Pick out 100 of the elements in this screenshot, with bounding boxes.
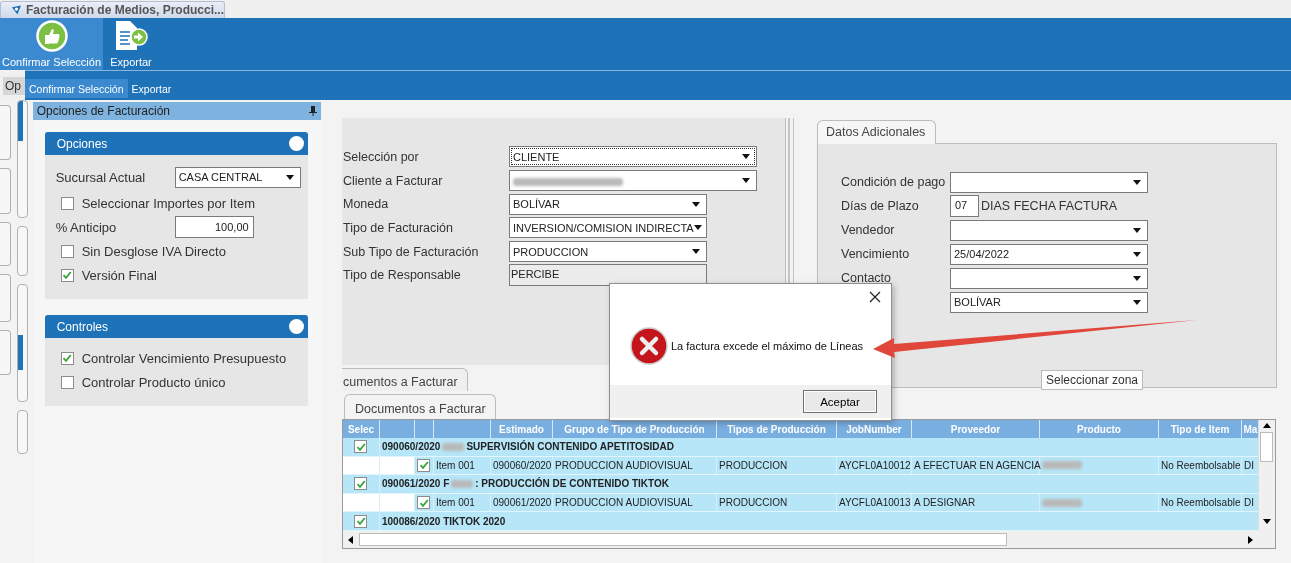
side-tab[interactable]	[0, 222, 11, 266]
checkbox[interactable]	[417, 496, 431, 510]
redacted-text	[1042, 461, 1082, 470]
toolbar-button[interactable]: Confirmar Selección	[0, 18, 103, 70]
dialog-message: La factura excede el máximo de Líneas	[671, 339, 863, 352]
checkbox[interactable]	[354, 440, 368, 454]
tab[interactable]: Datos Adicionales	[817, 120, 937, 144]
read-only-field: PERCIBE	[509, 264, 707, 287]
thumbs-up-icon	[35, 20, 68, 52]
dropdown[interactable]: CLIENTE	[509, 146, 757, 168]
dropdown[interactable]: PRODUCCION	[509, 241, 707, 263]
caret-icon	[1133, 275, 1141, 281]
table-cell: 090060/2020	[491, 456, 553, 475]
caret-icon	[1133, 179, 1141, 185]
group-header[interactable]: Controles	[44, 315, 308, 338]
checkbox[interactable]	[60, 268, 74, 282]
checkbox-label[interactable]: Seleccionar Importes por Item	[81, 195, 256, 211]
checkbox[interactable]	[354, 477, 368, 491]
side-tab[interactable]	[0, 274, 11, 322]
tab[interactable]: Documentos a Facturar	[344, 394, 496, 419]
document-tab[interactable]: Facturación de Medios, Producci...	[0, 1, 225, 18]
field-label: Contacto	[841, 271, 892, 285]
field-label: Condición de pago	[841, 175, 947, 189]
field-label: Vencimiento	[841, 247, 911, 261]
field-label: Días de Plazo	[841, 199, 920, 213]
side-tab[interactable]	[0, 330, 11, 375]
caret-icon	[285, 174, 294, 180]
field-label: Selección por	[343, 149, 420, 164]
checkbox-label[interactable]: Versión Final	[81, 267, 157, 283]
toolbar-button[interactable]: Exportar	[127, 79, 176, 98]
table-cell: 090061/2020	[491, 493, 553, 512]
group-header[interactable]: Opciones	[44, 132, 308, 155]
redacted-text	[1042, 498, 1082, 507]
field-note: DIAS FECHA FACTURA	[981, 199, 1118, 213]
error-icon	[630, 326, 668, 365]
checkbox-label[interactable]: Controlar Producto único	[81, 374, 226, 390]
group-title: Opciones	[56, 136, 108, 151]
panel-title: Opciones de Facturación	[36, 104, 171, 118]
table-cell: Item 001	[434, 456, 491, 475]
group-title: Controles	[56, 319, 108, 334]
dropdown[interactable]	[509, 170, 757, 192]
toolbar-button[interactable]: Confirmar Selección	[25, 79, 128, 98]
checkbox[interactable]	[60, 244, 74, 258]
table-cell: PRODUCCION	[717, 493, 837, 512]
horizontal-scrollbar[interactable]	[343, 531, 1259, 548]
field-label: Moneda	[343, 197, 390, 212]
panel-tab[interactable]: Op	[3, 77, 25, 95]
field-label: Sucursal Actual	[55, 169, 147, 185]
dropdown[interactable]	[950, 171, 1148, 193]
input-field[interactable]: 07	[950, 195, 979, 217]
field-label: Sub Tipo de Facturación	[343, 244, 480, 259]
checkbox[interactable]	[60, 375, 74, 389]
caret-icon	[742, 178, 750, 184]
side-tab[interactable]	[17, 100, 28, 218]
table-cell: A DESIGNAR	[912, 493, 1040, 512]
table-cell: A EFECTUAR EN AGENCIA	[912, 456, 1040, 475]
table-cell: AYCFL0A10013	[837, 493, 912, 512]
collapse-icon[interactable]	[289, 136, 304, 151]
field-label: Tipo de Responsable	[343, 268, 462, 283]
side-tab[interactable]	[0, 105, 11, 160]
input-field[interactable]: 100,00	[174, 216, 254, 238]
table-cell: PRODUCCION AUDIOVISUAL	[553, 493, 717, 512]
caret-icon	[692, 249, 700, 255]
caret-icon	[1133, 251, 1141, 257]
dropdown[interactable]: 25/04/2022	[950, 243, 1148, 265]
table-cell: Item 001	[434, 493, 491, 512]
table-cell: No Reembolsable	[1159, 456, 1242, 475]
field-label: % Anticipo	[55, 219, 118, 235]
app-logo-icon	[11, 4, 22, 16]
checkbox[interactable]	[60, 196, 74, 210]
field-label: Vendedor	[841, 223, 896, 237]
pin-icon[interactable]	[309, 106, 317, 116]
caret-icon	[1133, 299, 1141, 305]
checkbox[interactable]	[60, 351, 74, 365]
close-icon[interactable]	[869, 291, 881, 303]
checkbox-label[interactable]: Sin Desglose IVA Directo	[81, 243, 226, 259]
dropdown[interactable]: INVERSION/COMISION INDIRECTA	[509, 217, 707, 239]
side-tab[interactable]	[17, 410, 28, 454]
side-tab[interactable]	[17, 226, 28, 276]
field-label: Tipo de Facturación	[343, 220, 454, 235]
side-tab[interactable]	[17, 284, 28, 402]
toolbar-button[interactable]: Exportar	[105, 18, 157, 70]
collapse-icon[interactable]	[289, 319, 304, 334]
select-zone-button[interactable]: Seleccionar zona	[1041, 370, 1144, 390]
caret-icon	[692, 201, 700, 207]
side-tab[interactable]	[0, 168, 11, 214]
caret-icon	[742, 154, 750, 160]
tab[interactable]: cumentos a Facturar	[342, 368, 468, 391]
checkbox[interactable]	[417, 458, 431, 472]
dropdown[interactable]	[950, 267, 1148, 289]
dropdown[interactable]: BOLÍVAR	[950, 291, 1148, 313]
table-cell: No Reembolsable	[1159, 493, 1242, 512]
dropdown[interactable]	[950, 219, 1148, 241]
checkbox[interactable]	[354, 514, 368, 528]
checkbox-label[interactable]: Controlar Vencimiento Presupuesto	[81, 350, 287, 366]
caret-icon	[1133, 227, 1141, 233]
accept-button[interactable]: Aceptar	[803, 390, 877, 413]
dropdown[interactable]: BOLÍVAR	[509, 193, 707, 215]
dropdown[interactable]: CASA CENTRAL	[174, 166, 301, 188]
table-cell: PRODUCCION AUDIOVISUAL	[553, 456, 717, 475]
